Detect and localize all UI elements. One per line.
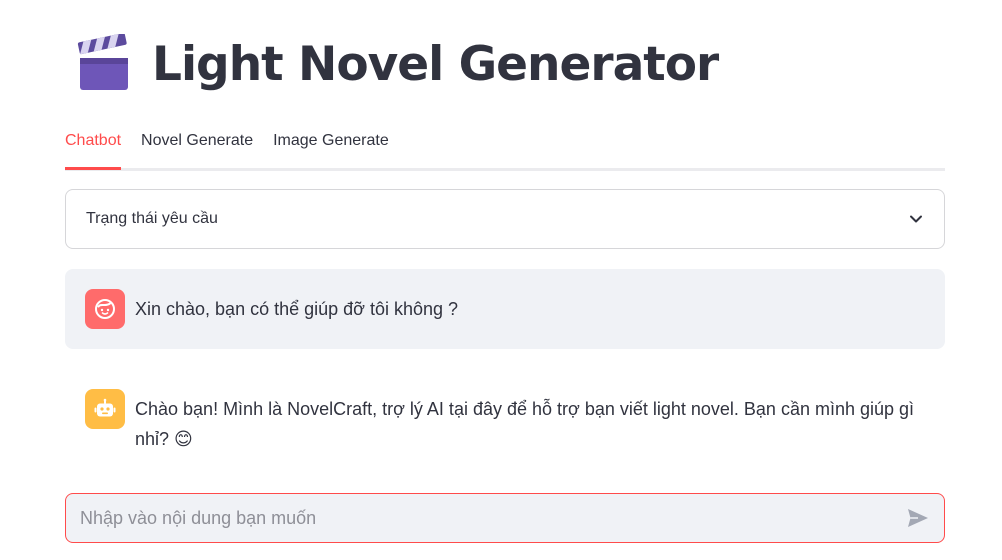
robot-icon	[94, 398, 116, 417]
assistant-avatar	[85, 389, 125, 429]
page-title: Light Novel Generator	[152, 36, 719, 92]
status-expander-label: Trạng thái yêu cầu	[86, 210, 218, 227]
tab-novel-generate[interactable]: Novel Generate	[141, 126, 253, 159]
clapper-board-icon	[77, 34, 128, 90]
user-avatar	[85, 289, 125, 329]
status-expander[interactable]: Trạng thái yêu cầu	[65, 189, 945, 249]
chat-message-assistant: Chào bạn! Mình là NovelCraft, trợ lý AI …	[65, 369, 945, 469]
chat-input[interactable]	[78, 506, 904, 530]
user-message-text: Xin chào, bạn có thể giúp đỡ tôi không ?	[135, 299, 459, 319]
app-root: Light Novel Generator Chatbot Novel Gene…	[0, 0, 1002, 560]
send-icon	[908, 509, 928, 527]
chevron-down-icon[interactable]	[908, 211, 924, 227]
chat-message-user: Xin chào, bạn có thể giúp đỡ tôi không ?	[65, 269, 945, 349]
tab-bar: Chatbot Novel Generate Image Generate	[65, 126, 945, 171]
send-button[interactable]	[904, 504, 932, 532]
page-header: Light Novel Generator	[76, 28, 719, 100]
tab-image-generate[interactable]: Image Generate	[273, 126, 389, 159]
chat-input-container	[65, 493, 945, 543]
tab-chatbot[interactable]: Chatbot	[65, 126, 122, 170]
user-face-icon	[95, 299, 115, 319]
assistant-message-text: Chào bạn! Mình là NovelCraft, trợ lý AI …	[135, 399, 915, 449]
